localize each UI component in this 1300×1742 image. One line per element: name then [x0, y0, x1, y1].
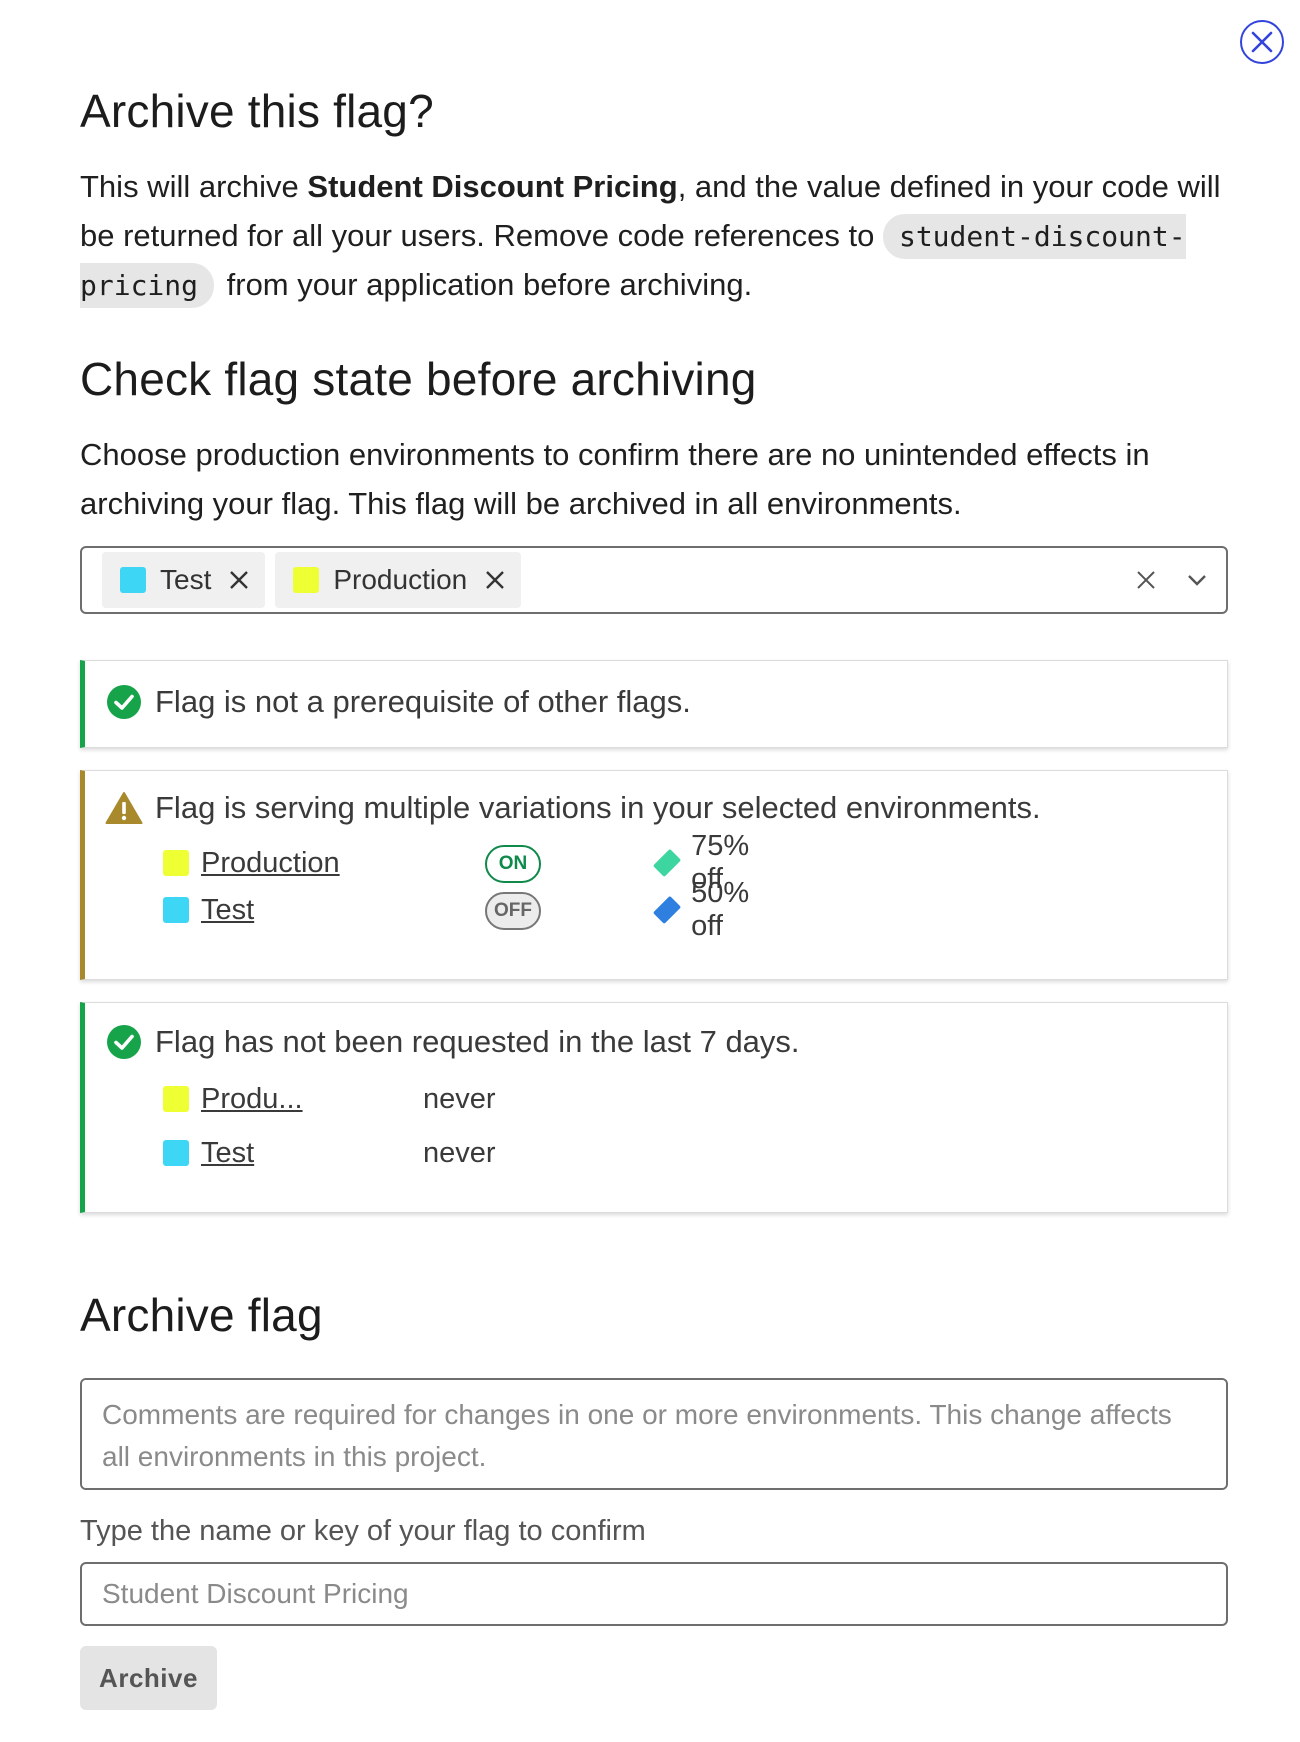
env-link-test[interactable]: Test — [201, 1137, 254, 1170]
request-row: Produ... never — [163, 1079, 496, 1119]
env-color-swatch — [293, 567, 320, 593]
close-icon — [486, 571, 505, 589]
archive-description: This will archive Student Discount Prici… — [80, 163, 1230, 311]
environment-multiselect[interactable]: Test Production — [80, 546, 1228, 614]
variation-diamond-icon — [652, 848, 682, 878]
comment-field[interactable] — [80, 1378, 1228, 1490]
check-message: Flag is serving multiple variations in y… — [155, 790, 1041, 825]
confirm-flag-name-input[interactable] — [80, 1562, 1228, 1626]
clear-selection-button[interactable] — [1136, 570, 1156, 590]
archive-flag-heading: Archive flag — [80, 1289, 323, 1341]
env-color-swatch — [163, 1140, 189, 1166]
confirm-label: Type the name or key of your flag to con… — [80, 1515, 646, 1547]
last-requested-value: never — [423, 1136, 496, 1169]
check-message: Flag has not been requested in the last … — [155, 1024, 800, 1059]
prerequisite-check-card: Flag is not a prerequisite of other flag… — [80, 660, 1228, 748]
flag-name: Student Discount Pricing — [307, 169, 678, 204]
env-color-swatch — [163, 897, 189, 923]
check-state-heading: Check flag state before archiving — [80, 353, 757, 405]
close-icon — [1251, 31, 1273, 53]
archive-button[interactable]: Archive — [80, 1646, 217, 1710]
variations-check-card: Flag is serving multiple variations in y… — [80, 770, 1228, 980]
request-row: Test never — [163, 1133, 496, 1173]
check-circle-icon — [105, 683, 143, 721]
env-chip-production: Production — [275, 552, 522, 608]
env-chip-test: Test — [102, 552, 266, 608]
variation-value: 50% off — [691, 877, 750, 942]
flag-status-badge: OFF — [485, 891, 541, 930]
env-link-production[interactable]: Produ... — [201, 1083, 303, 1116]
dropdown-toggle-button[interactable] — [1186, 573, 1208, 587]
warning-icon — [105, 789, 143, 827]
env-link-production[interactable]: Production — [201, 847, 340, 880]
close-icon — [1137, 571, 1155, 589]
last-requested-value: never — [423, 1082, 496, 1115]
flag-status-badge: ON — [485, 844, 541, 883]
env-color-swatch — [163, 850, 189, 876]
check-circle-icon — [105, 1023, 143, 1061]
variation-row: Test OFF 50% off — [163, 877, 749, 942]
variation-diamond-icon — [652, 895, 682, 925]
env-color-swatch — [163, 1086, 189, 1112]
env-link-test[interactable]: Test — [201, 894, 254, 927]
requests-check-card: Flag has not been requested in the last … — [80, 1002, 1228, 1213]
chevron-down-icon — [1188, 575, 1206, 586]
variation-row: Production ON 75% off — [163, 830, 749, 895]
check-message: Flag is not a prerequisite of other flag… — [155, 684, 691, 719]
check-state-description: Choose production environments to confir… — [80, 437, 1150, 521]
remove-env-production-button[interactable] — [485, 570, 505, 590]
env-color-swatch — [120, 567, 146, 593]
remove-env-test-button[interactable] — [229, 570, 249, 590]
close-button[interactable] — [1240, 20, 1284, 64]
modal-title: Archive this flag? — [80, 85, 434, 137]
close-icon — [230, 571, 249, 589]
